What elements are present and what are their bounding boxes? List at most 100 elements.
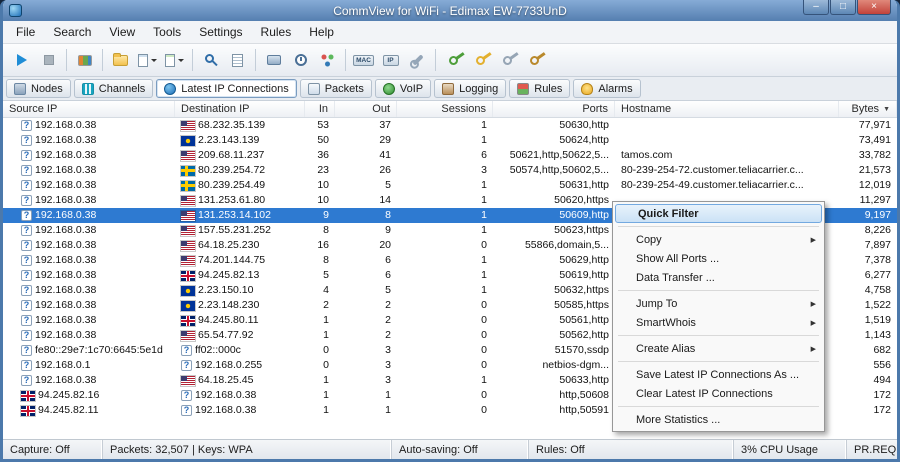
packet-generator-button[interactable] [314, 47, 341, 73]
log-viewer-button[interactable] [224, 47, 251, 73]
table-row[interactable]: 192.168.0.38 80.239.254.72 23 26 3 50574,http… [3, 163, 897, 178]
window-controls: – □ × [802, 0, 891, 15]
context-menu-item-copy[interactable]: Copy ▶ [614, 230, 823, 249]
toolbar-separator [102, 49, 103, 71]
table-row[interactable]: 192.168.0.38 209.68.11.237 36 41 6 50621,http… [3, 148, 897, 163]
cell-destination-ip: 94.245.80.11 [175, 313, 305, 328]
options-button[interactable] [404, 47, 431, 73]
table-row[interactable]: 192.168.0.38 80.239.254.49 10 5 1 50631,http 8… [3, 178, 897, 193]
cell-sessions: 1 [481, 194, 487, 206]
column-header-source-ip[interactable]: Source IP [3, 101, 175, 117]
cell-out: 1 [385, 404, 391, 416]
tab-latest-ip-connections[interactable]: Latest IP Connections [156, 79, 297, 98]
find-button[interactable] [197, 47, 224, 73]
tab-nodes[interactable]: Nodes [6, 79, 71, 98]
menu-separator [618, 290, 819, 291]
tab-voip[interactable]: VoIP [374, 79, 432, 98]
column-header-destination-ip[interactable]: Destination IP [175, 101, 305, 117]
save-button[interactable] [134, 47, 161, 73]
scheduler-button[interactable] [287, 47, 314, 73]
context-menu-item-label: Create Alias [636, 342, 696, 355]
tab-packets[interactable]: Packets [299, 79, 372, 98]
cell-source-ip: 192.168.0.38 [3, 118, 175, 133]
mac-aliases-button[interactable]: MAC [350, 47, 377, 73]
menu-settings[interactable]: Settings [190, 22, 251, 42]
column-header-out[interactable]: Out [335, 101, 397, 117]
source-ip-text: 192.168.0.38 [35, 149, 97, 161]
menu-separator [618, 226, 819, 227]
cell-source-ip: 192.168.0.38 [3, 373, 175, 388]
node-scanner-button[interactable] [71, 47, 98, 73]
cell-sessions: 1 [481, 224, 487, 236]
tab-alarms[interactable]: Alarms [573, 79, 641, 98]
table-row[interactable]: 192.168.0.38 68.232.35.139 53 37 1 50630,http… [3, 118, 897, 133]
context-menu-item-smartwhois[interactable]: SmartWhois ▶ [614, 313, 823, 332]
channels-tab-icon [81, 82, 94, 95]
maximize-button[interactable]: □ [830, 0, 856, 15]
cell-in: 23 [317, 164, 329, 176]
context-menu-item-label: More Statistics ... [636, 413, 721, 426]
status-segment-3-cpu-usage: 3% CPU Usage [734, 440, 847, 459]
close-button[interactable]: × [857, 0, 891, 15]
toolbar-separator [345, 49, 346, 71]
tab-rules[interactable]: Rules [509, 79, 571, 98]
cell-bytes: 6,277 [864, 269, 891, 281]
unknown-country-icon [21, 225, 32, 236]
flag-se-icon [181, 165, 195, 176]
cell-sessions: 1 [481, 254, 487, 266]
context-menu-item-data-transfer[interactable]: Data Transfer ... [614, 268, 823, 287]
context-menu-item-clear-latest-ip-connections[interactable]: Clear Latest IP Connections [614, 384, 823, 403]
column-header-in[interactable]: In [305, 101, 335, 117]
wep-wpa-keys-button-4[interactable] [521, 47, 548, 73]
start-capture-button[interactable] [8, 47, 35, 73]
destination-ip-text: 64.18.25.230 [198, 239, 260, 251]
context-menu-item-quick-filter[interactable]: Quick Filter [615, 204, 822, 223]
flag-us-icon [181, 375, 195, 386]
cell-ports: 50585,https [554, 299, 609, 311]
column-header-bytes[interactable]: Bytes ▼ [839, 101, 897, 117]
cell-source-ip: 192.168.0.38 [3, 163, 175, 178]
node-reassociation-button[interactable] [260, 47, 287, 73]
menu-tools[interactable]: Tools [144, 22, 190, 42]
cell-bytes: 33,782 [858, 149, 891, 161]
wep-wpa-keys-button-1[interactable] [440, 47, 467, 73]
context-menu-item-save-latest-ip-connections-as[interactable]: Save Latest IP Connections As ... [614, 365, 823, 384]
folder-icon [113, 52, 128, 66]
unknown-country-icon [21, 345, 32, 356]
column-header-ports[interactable]: Ports [493, 101, 615, 117]
context-menu-item-jump-to[interactable]: Jump To ▶ [614, 294, 823, 313]
window-title: CommView for WiFi - Edimax EW-7733UnD [333, 3, 567, 18]
source-ip-text: 192.168.0.38 [35, 194, 97, 206]
ip-aliases-button[interactable]: IP [377, 47, 404, 73]
context-menu-item-more-statistics[interactable]: More Statistics ... [614, 410, 823, 429]
menu-rules[interactable]: Rules [252, 22, 301, 42]
minimize-button[interactable]: – [803, 0, 829, 15]
menu-file[interactable]: File [7, 22, 44, 42]
column-header-sessions[interactable]: Sessions [397, 101, 493, 117]
destination-ip-text: 2.23.143.139 [198, 134, 260, 146]
wep-wpa-keys-button-3[interactable] [494, 47, 521, 73]
menu-view[interactable]: View [100, 22, 144, 42]
unknown-country-icon [21, 195, 32, 206]
menu-search[interactable]: Search [44, 22, 100, 42]
tab-channels[interactable]: Channels [73, 79, 154, 98]
tab-logging[interactable]: Logging [434, 79, 507, 98]
cell-out: 3 [385, 359, 391, 371]
column-header-hostname[interactable]: Hostname [615, 101, 839, 117]
unknown-country-icon [21, 360, 32, 371]
table-row[interactable]: 192.168.0.38 2.23.143.139 50 29 1 50624,http 7… [3, 133, 897, 148]
wep-wpa-keys-button-2[interactable] [467, 47, 494, 73]
flag-uk-icon [21, 405, 35, 416]
context-menu-item-show-all-ports[interactable]: Show All Ports ... [614, 249, 823, 268]
book-icon [77, 54, 92, 66]
status-segment-rules-off: Rules: Off [529, 440, 734, 459]
cell-in: 0 [323, 344, 329, 356]
export-button[interactable] [161, 47, 188, 73]
cell-destination-ip: 209.68.11.237 [175, 148, 305, 163]
stop-capture-button[interactable] [35, 47, 62, 73]
context-menu-item-create-alias[interactable]: Create Alias ▶ [614, 339, 823, 358]
unknown-country-icon [21, 330, 32, 341]
menu-help[interactable]: Help [300, 22, 343, 42]
open-logs-button[interactable] [107, 47, 134, 73]
cell-bytes: 21,573 [858, 164, 891, 176]
